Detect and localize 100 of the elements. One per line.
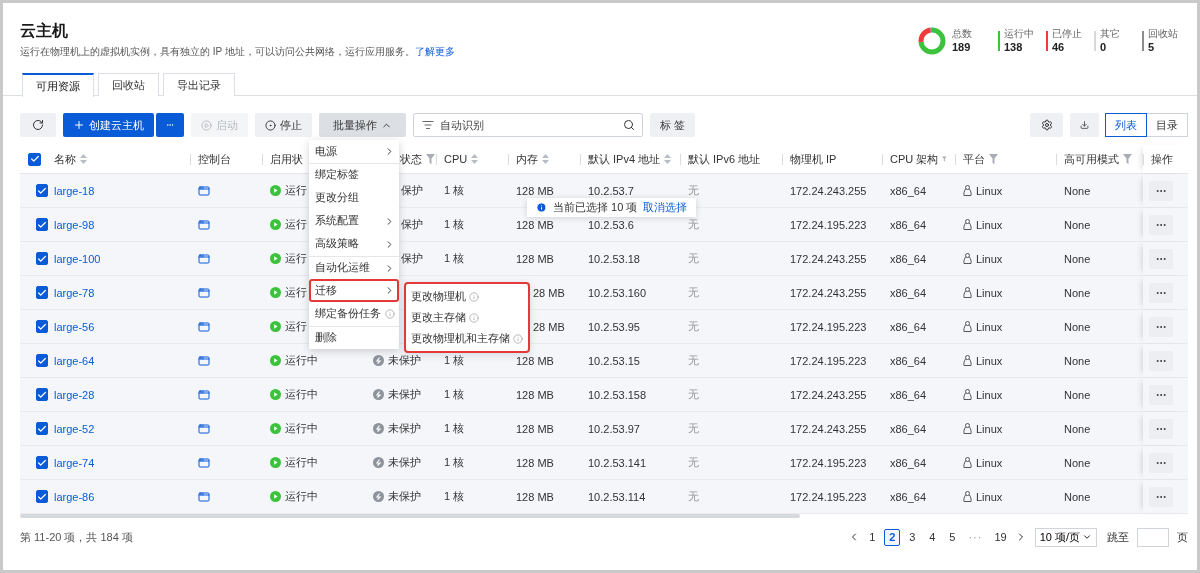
sort-icon bbox=[664, 154, 672, 164]
unprotected-icon bbox=[373, 457, 384, 468]
row-checkbox[interactable] bbox=[36, 490, 48, 503]
menu-item[interactable]: 更改物理机 bbox=[406, 286, 528, 307]
penguin-icon bbox=[963, 287, 972, 298]
platform-text: Linux bbox=[976, 252, 1003, 265]
row-checkbox[interactable] bbox=[36, 184, 48, 197]
clear-selection-link[interactable]: 取消选择 bbox=[643, 200, 688, 215]
row-checkbox[interactable] bbox=[36, 218, 48, 231]
more-actions-button[interactable] bbox=[1149, 350, 1173, 371]
penguin-icon bbox=[963, 457, 972, 468]
menu-item[interactable]: 电源 bbox=[309, 140, 399, 164]
cpu-text: 1 核 bbox=[444, 353, 465, 368]
console-icon[interactable] bbox=[198, 388, 210, 401]
tab[interactable]: 回收站 bbox=[98, 73, 159, 96]
tags-button[interactable]: 标 签 bbox=[650, 113, 696, 137]
ipv6-text: 无 bbox=[688, 455, 699, 470]
console-icon[interactable] bbox=[198, 320, 210, 333]
row-checkbox[interactable] bbox=[36, 252, 48, 265]
menu-item[interactable]: 绑定备份任务 bbox=[309, 302, 399, 326]
status-text: 运行中 bbox=[285, 455, 318, 470]
unprotected-icon bbox=[373, 491, 384, 502]
console-icon[interactable] bbox=[198, 286, 210, 299]
row-checkbox[interactable] bbox=[36, 320, 48, 333]
page-button[interactable]: 2 bbox=[884, 528, 901, 546]
learn-more-link[interactable]: 了解更多 bbox=[414, 46, 455, 57]
menu-item[interactable]: 删除 bbox=[309, 325, 399, 349]
console-icon[interactable] bbox=[198, 456, 210, 469]
view-toggle[interactable]: 目录 bbox=[1146, 113, 1188, 137]
ipv4-text: 10.2.53.114 bbox=[588, 490, 646, 503]
ha-mode-text: None bbox=[1064, 320, 1091, 333]
penguin-icon bbox=[963, 491, 972, 502]
more-actions-button[interactable] bbox=[1149, 452, 1173, 473]
more-actions-button[interactable] bbox=[1149, 486, 1173, 507]
chevron-down-icon bbox=[1082, 532, 1092, 542]
column-header: CPU 架构 bbox=[890, 151, 939, 167]
row-checkbox[interactable] bbox=[36, 422, 48, 435]
running-icon bbox=[270, 423, 281, 434]
more-actions-button[interactable] bbox=[1149, 384, 1173, 405]
create-button[interactable]: 创建云主机 bbox=[63, 113, 154, 137]
page-size-select[interactable]: 10 项/页 bbox=[1034, 527, 1097, 547]
console-icon[interactable] bbox=[198, 422, 210, 435]
instance-name-link[interactable]: large-98 bbox=[54, 218, 95, 231]
tab[interactable]: 导出记录 bbox=[163, 73, 235, 96]
info-icon bbox=[469, 291, 479, 302]
running-icon bbox=[270, 185, 281, 196]
stop-button[interactable]: 停止 bbox=[255, 113, 312, 137]
instance-name-link[interactable]: large-18 bbox=[54, 184, 95, 197]
more-actions-button[interactable] bbox=[1149, 248, 1173, 269]
host-ip-text: 172.24.195.223 bbox=[790, 320, 867, 333]
menu-item[interactable]: 绑定标签 bbox=[309, 163, 399, 187]
batch-actions-button[interactable]: 批量操作 bbox=[319, 113, 406, 137]
console-icon[interactable] bbox=[198, 354, 210, 367]
menu-item[interactable]: 迁移 bbox=[309, 279, 399, 303]
view-toggle[interactable]: 列表 bbox=[1105, 113, 1147, 137]
instance-name-link[interactable]: large-78 bbox=[54, 286, 95, 299]
instance-name-link[interactable]: large-56 bbox=[54, 320, 95, 333]
more-actions-button[interactable] bbox=[1149, 180, 1173, 201]
instance-name-link[interactable]: large-52 bbox=[54, 422, 95, 435]
menu-item[interactable]: 更改物理机和主存储 bbox=[406, 328, 528, 349]
instance-name-link[interactable]: large-74 bbox=[54, 456, 95, 469]
menu-item[interactable]: 系统配置 bbox=[309, 209, 399, 233]
more-actions-button[interactable] bbox=[1149, 316, 1173, 337]
refresh-button[interactable] bbox=[20, 113, 56, 137]
row-checkbox[interactable] bbox=[36, 354, 48, 367]
menu-item[interactable]: 更改主存储 bbox=[406, 307, 528, 328]
row-checkbox[interactable] bbox=[36, 456, 48, 469]
tab[interactable]: 可用资源 bbox=[22, 73, 94, 97]
host-ip-text: 172.24.195.223 bbox=[790, 218, 867, 231]
refresh-icon bbox=[32, 119, 44, 131]
search-field[interactable]: 自动识别 bbox=[413, 113, 643, 137]
more-actions-button[interactable] bbox=[1149, 282, 1173, 303]
select-all-checkbox[interactable] bbox=[28, 152, 41, 166]
menu-item[interactable]: 自动化运维 bbox=[309, 255, 399, 280]
page-jump-field[interactable] bbox=[1137, 527, 1169, 547]
download-button[interactable] bbox=[1070, 113, 1099, 137]
console-icon[interactable] bbox=[198, 218, 210, 231]
penguin-icon bbox=[963, 321, 972, 332]
instance-name-link[interactable]: large-64 bbox=[54, 354, 95, 367]
menu-item[interactable]: 高级策略 bbox=[309, 232, 399, 256]
ipv4-text: 10.2.53.7 bbox=[588, 184, 634, 197]
settings-button[interactable] bbox=[1030, 113, 1063, 137]
console-icon[interactable] bbox=[198, 184, 210, 197]
status-text: 运行 bbox=[285, 319, 307, 334]
instance-name-link[interactable]: large-100 bbox=[54, 252, 101, 265]
instance-name-link[interactable]: large-86 bbox=[54, 490, 95, 503]
console-icon[interactable] bbox=[198, 252, 210, 265]
more-actions-button[interactable] bbox=[1149, 214, 1173, 235]
info-icon bbox=[513, 333, 523, 344]
more-actions-button[interactable] bbox=[1149, 418, 1173, 439]
arch-text: x86_64 bbox=[890, 218, 927, 231]
instance-name-link[interactable]: large-28 bbox=[54, 388, 95, 401]
stat-label: 回收站 bbox=[1148, 28, 1179, 40]
filter-lines-icon bbox=[422, 119, 434, 131]
platform-text: Linux bbox=[976, 354, 1003, 367]
stat-value: 138 bbox=[1004, 40, 1024, 54]
row-checkbox[interactable] bbox=[36, 388, 48, 401]
row-checkbox[interactable] bbox=[36, 286, 48, 299]
console-icon[interactable] bbox=[198, 490, 210, 503]
menu-item[interactable]: 更改分组 bbox=[309, 186, 399, 210]
